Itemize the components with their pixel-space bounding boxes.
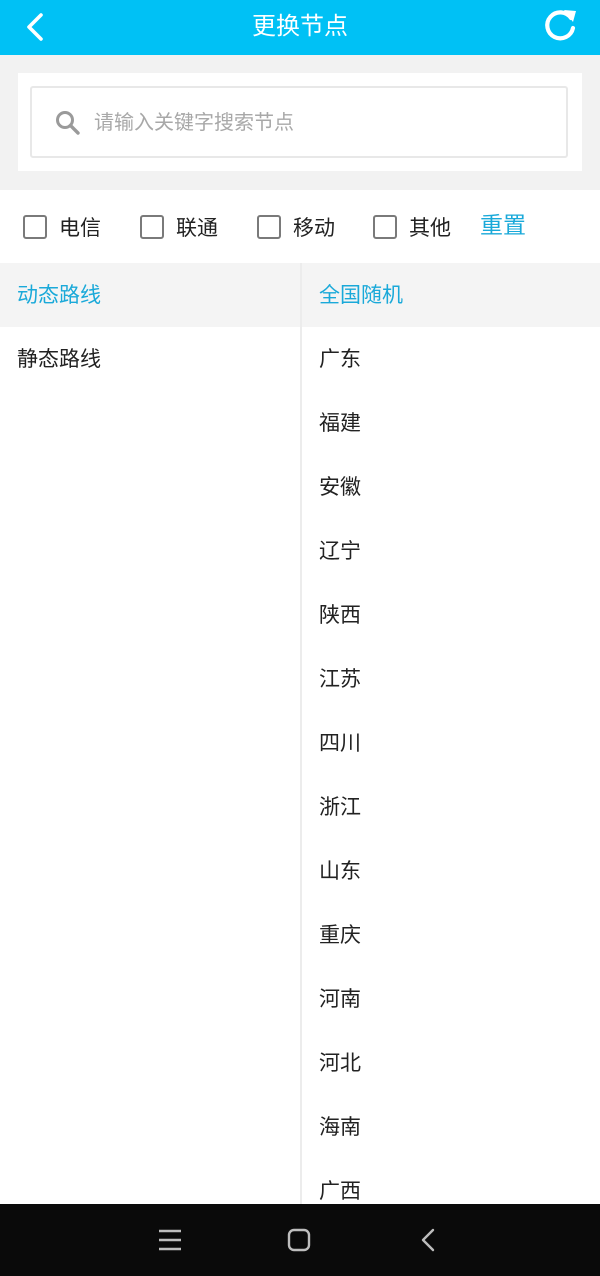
region-item[interactable]: 重庆 — [302, 903, 600, 967]
search-input[interactable] — [94, 102, 554, 142]
region-item[interactable]: 河北 — [302, 1031, 600, 1095]
checkbox-box[interactable] — [373, 214, 397, 239]
checkbox-box[interactable] — [140, 214, 164, 239]
checkbox-box[interactable] — [257, 214, 281, 239]
region-item[interactable]: 广西 — [302, 1159, 600, 1204]
region-item[interactable]: 河南 — [302, 967, 600, 1031]
search-icon — [56, 111, 80, 135]
route-type-list: 动态路线 静态路线 — [0, 263, 301, 1204]
filter-label: 电信 — [59, 215, 101, 240]
app-header: 更换节点 — [0, 0, 600, 55]
filter-label: 联通 — [176, 215, 218, 240]
region-item[interactable]: 安徽 — [302, 455, 600, 519]
refresh-icon — [545, 10, 576, 41]
route-type-item-static[interactable]: 静态路线 — [0, 327, 301, 391]
home-square-icon — [287, 1228, 311, 1252]
region-item[interactable]: 山东 — [302, 839, 600, 903]
chevron-left-icon — [27, 13, 43, 41]
reset-button[interactable]: 重置 — [480, 190, 526, 263]
page-title: 更换节点 — [252, 12, 348, 40]
region-item[interactable]: 辽宁 — [302, 519, 600, 583]
filter-label: 移动 — [293, 215, 335, 240]
region-item[interactable]: 福建 — [302, 391, 600, 455]
search-box — [30, 86, 568, 158]
filter-checkbox-mobile[interactable]: 移动 — [257, 190, 335, 263]
refresh-button[interactable] — [536, 3, 584, 49]
filter-label: 其他 — [409, 215, 451, 240]
filter-checkbox-unicom[interactable]: 联通 — [140, 190, 218, 263]
region-list[interactable]: 全国随机 广东 福建 安徽 辽宁 陕西 江苏 四川 浙江 山东 重庆 河南 河北… — [302, 263, 600, 1204]
back-button[interactable] — [14, 5, 58, 49]
home-button[interactable] — [275, 1218, 323, 1262]
carrier-filter-row: 电信 联通 移动 其他 重置 — [0, 190, 600, 263]
region-item[interactable]: 广东 — [302, 327, 600, 391]
region-item[interactable]: 江苏 — [302, 647, 600, 711]
filter-checkbox-other[interactable]: 其他 — [373, 190, 451, 263]
filter-checkbox-telecom[interactable]: 电信 — [23, 190, 101, 263]
menu-icon — [159, 1229, 181, 1251]
menu-button[interactable] — [146, 1218, 194, 1262]
region-item[interactable]: 陕西 — [302, 583, 600, 647]
back-triangle-icon — [421, 1228, 435, 1252]
route-type-item-dynamic[interactable]: 动态路线 — [0, 263, 301, 327]
region-item[interactable]: 海南 — [302, 1095, 600, 1159]
checkbox-box[interactable] — [23, 214, 47, 239]
region-item[interactable]: 四川 — [302, 711, 600, 775]
region-item[interactable]: 浙江 — [302, 775, 600, 839]
system-back-button[interactable] — [405, 1218, 453, 1262]
search-panel — [18, 73, 582, 171]
system-navigation-bar — [0, 1204, 600, 1276]
region-item[interactable]: 全国随机 — [302, 263, 600, 327]
